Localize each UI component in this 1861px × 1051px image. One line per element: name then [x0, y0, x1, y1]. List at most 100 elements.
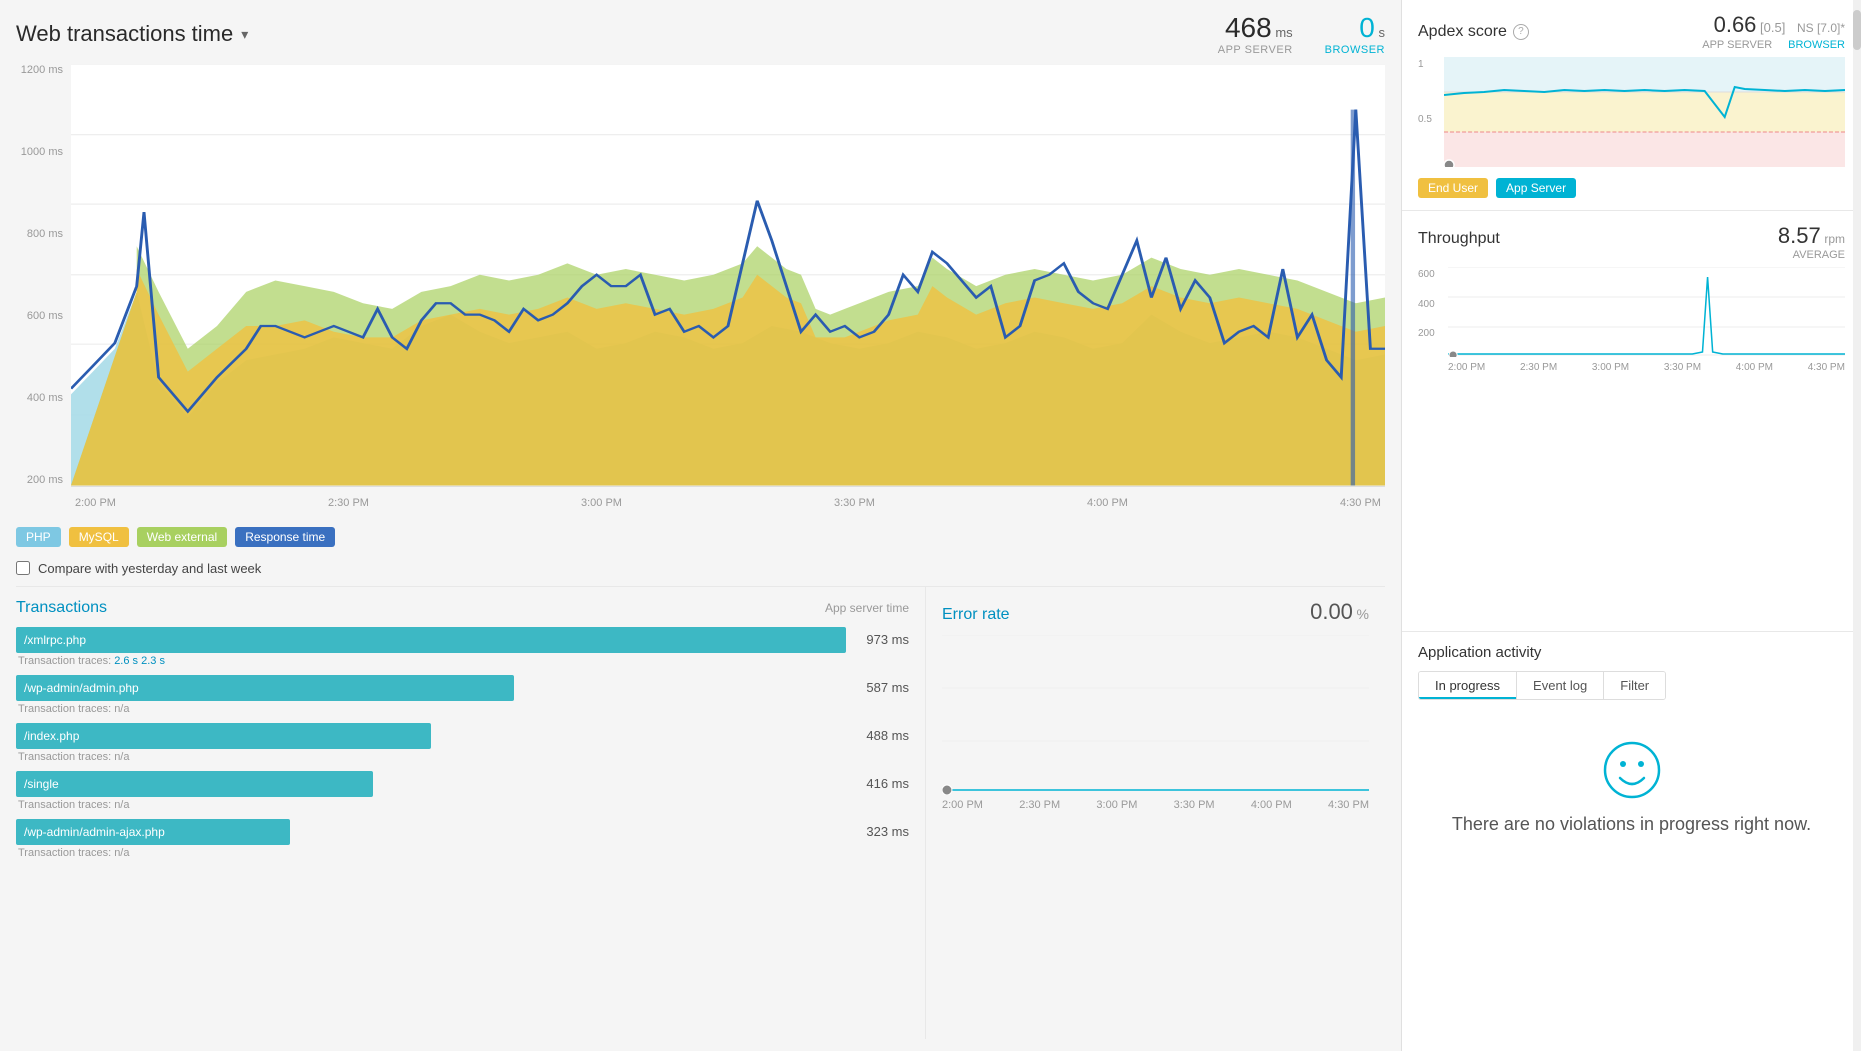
bar-label-single: /single: [16, 777, 59, 791]
apdex-y-labels: 1 0.5: [1418, 57, 1444, 170]
bar-fill-single: [16, 771, 373, 797]
throughput-value: 8.57: [1778, 223, 1821, 248]
error-rate-value-block: 0.00 %: [1310, 599, 1369, 625]
compare-checkbox[interactable]: [16, 561, 30, 575]
transaction-item-5: /wp-admin/admin-ajax.php 323 ms Transact…: [16, 819, 909, 859]
scrollbar-thumb[interactable]: [1853, 10, 1861, 50]
browser-label: BROWSER: [1325, 44, 1385, 56]
main-chart-area: [71, 64, 1385, 487]
legend-response-time[interactable]: Response time: [235, 527, 335, 547]
x-label-200pm: 2:00 PM: [75, 497, 116, 509]
transaction-traces-single: Transaction traces: n/a: [16, 799, 909, 811]
transaction-traces-wpadmin: Transaction traces: n/a: [16, 703, 909, 715]
x-label-300pm: 3:00 PM: [581, 497, 622, 509]
transaction-bar-index[interactable]: /index.php: [16, 723, 846, 749]
bar-label-ajax: /wp-admin/admin-ajax.php: [16, 825, 165, 839]
legend-mysql[interactable]: MySQL: [69, 527, 129, 547]
legend-php[interactable]: PHP: [16, 527, 61, 547]
smiley-icon: [1602, 740, 1662, 800]
x-label-330pm: 3:30 PM: [834, 497, 875, 509]
traces-link-xmlrpc[interactable]: 2.6 s 2.3 s: [114, 655, 165, 667]
browser-unit: s: [1379, 25, 1386, 40]
apdex-info-icon[interactable]: ?: [1513, 24, 1529, 40]
throughput-x-430pm: 4:30 PM: [1808, 362, 1845, 373]
transactions-subtitle: App server time: [825, 601, 909, 615]
error-x-300pm: 3:00 PM: [1096, 799, 1137, 811]
chart-header: Web transactions time ▾ 468 ms APP SERVE…: [16, 12, 1385, 56]
tab-filter[interactable]: Filter: [1604, 672, 1665, 699]
apdex-y-1: 1: [1418, 59, 1444, 70]
legend-web-external[interactable]: Web external: [137, 527, 227, 547]
throughput-x-200pm: 2:00 PM: [1448, 362, 1485, 373]
transaction-value-ajax: 323 ms: [854, 824, 909, 839]
y-label-1000: 1000 ms: [16, 146, 71, 158]
throughput-chart-wrapper: 600 400 200: [1418, 267, 1845, 360]
throughput-unit: rpm: [1824, 232, 1845, 246]
transactions-title[interactable]: Transactions: [16, 599, 107, 617]
app-server-label: APP SERVER: [1218, 44, 1293, 56]
transaction-bar-xmlrpc[interactable]: /xmlrpc.php: [16, 627, 846, 653]
apdex-y-05: 0.5: [1418, 114, 1444, 125]
throughput-y-400: 400: [1418, 299, 1448, 310]
transaction-bar-ajax[interactable]: /wp-admin/admin-ajax.php: [16, 819, 846, 845]
throughput-section: Throughput 8.57 rpm AVERAGE 600 400 200: [1402, 211, 1861, 632]
chart-legend: PHP MySQL Web external Response time: [16, 527, 1385, 547]
traces-nva-3: n/a: [114, 799, 129, 811]
transaction-bar-wpadmin[interactable]: /wp-admin/admin.php: [16, 675, 846, 701]
transaction-traces-index: Transaction traces: n/a: [16, 751, 909, 763]
chart-title-text: Web transactions time: [16, 21, 233, 47]
throughput-header: Throughput 8.57 rpm AVERAGE: [1418, 223, 1845, 261]
transaction-traces-ajax: Transaction traces: n/a: [16, 847, 909, 859]
apdex-score-row: 0.66 [0.5] NS [7.0]*: [1702, 12, 1845, 38]
apdex-server-label: APP SERVER: [1702, 39, 1772, 51]
error-rate-unit: %: [1357, 606, 1369, 622]
transaction-item: /xmlrpc.php 973 ms Transaction traces: 2…: [16, 627, 909, 667]
tab-event-log[interactable]: Event log: [1517, 672, 1604, 699]
y-label-800: 800 ms: [16, 228, 71, 240]
tab-in-progress[interactable]: In progress: [1419, 672, 1517, 699]
apdex-section: Apdex score ? 0.66 [0.5] NS [7.0]* APP S…: [1402, 0, 1861, 211]
throughput-value-block: 8.57 rpm AVERAGE: [1778, 223, 1845, 261]
transaction-bar-row-5: /wp-admin/admin-ajax.php 323 ms: [16, 819, 909, 845]
transaction-value-wpadmin: 587 ms: [854, 680, 909, 695]
x-axis-labels: 2:00 PM 2:30 PM 3:00 PM 3:30 PM 4:00 PM …: [71, 489, 1385, 517]
error-rate-title[interactable]: Error rate: [942, 606, 1010, 624]
right-scrollbar[interactable]: [1853, 0, 1861, 1051]
transaction-bar-row-3: /index.php 488 ms: [16, 723, 909, 749]
apdex-ns-value: NS [7.0]*: [1797, 21, 1845, 35]
transaction-bar-row-2: /wp-admin/admin.php 587 ms: [16, 675, 909, 701]
error-x-200pm: 2:00 PM: [942, 799, 983, 811]
error-x-230pm: 2:30 PM: [1019, 799, 1060, 811]
error-rate-header: Error rate 0.00 %: [942, 599, 1369, 625]
transaction-value-single: 416 ms: [854, 776, 909, 791]
bar-label-xmlrpc: /xmlrpc.php: [16, 633, 86, 647]
traces-nva-2: n/a: [114, 751, 129, 763]
apdex-score-value: 0.66: [1714, 12, 1757, 37]
error-chart: [942, 635, 1369, 795]
error-panel: Error rate 0.00 %: [925, 587, 1385, 1040]
apdex-legend-appserver[interactable]: App Server: [1496, 178, 1576, 198]
throughput-y-labels: 600 400 200: [1418, 267, 1448, 360]
apdex-chart: [1444, 57, 1845, 170]
throughput-x-230pm: 2:30 PM: [1520, 362, 1557, 373]
y-label-200: 200 ms: [16, 474, 71, 486]
dropdown-icon[interactable]: ▾: [241, 26, 248, 43]
error-x-labels: 2:00 PM 2:30 PM 3:00 PM 3:30 PM 4:00 PM …: [942, 799, 1369, 811]
throughput-title: Throughput: [1418, 230, 1500, 248]
transactions-header: Transactions App server time: [16, 599, 909, 617]
chart-title[interactable]: Web transactions time ▾: [16, 21, 248, 47]
apdex-legend-enduser[interactable]: End User: [1418, 178, 1488, 198]
transaction-bar-single[interactable]: /single: [16, 771, 846, 797]
transaction-value-index: 488 ms: [854, 728, 909, 743]
browser-value: 0: [1359, 12, 1375, 43]
error-rate-value: 0.00: [1310, 599, 1353, 624]
y-label-600: 600 ms: [16, 310, 71, 322]
x-label-400pm: 4:00 PM: [1087, 497, 1128, 509]
app-server-value: 468: [1225, 12, 1272, 43]
y-label-1200: 1200 ms: [16, 64, 71, 76]
y-label-400: 400 ms: [16, 392, 71, 404]
transaction-bar-row-4: /single 416 ms: [16, 771, 909, 797]
apdex-title-text: Apdex score: [1418, 23, 1507, 41]
throughput-y-200: 200: [1418, 328, 1448, 339]
throughput-x-330pm: 3:30 PM: [1664, 362, 1701, 373]
